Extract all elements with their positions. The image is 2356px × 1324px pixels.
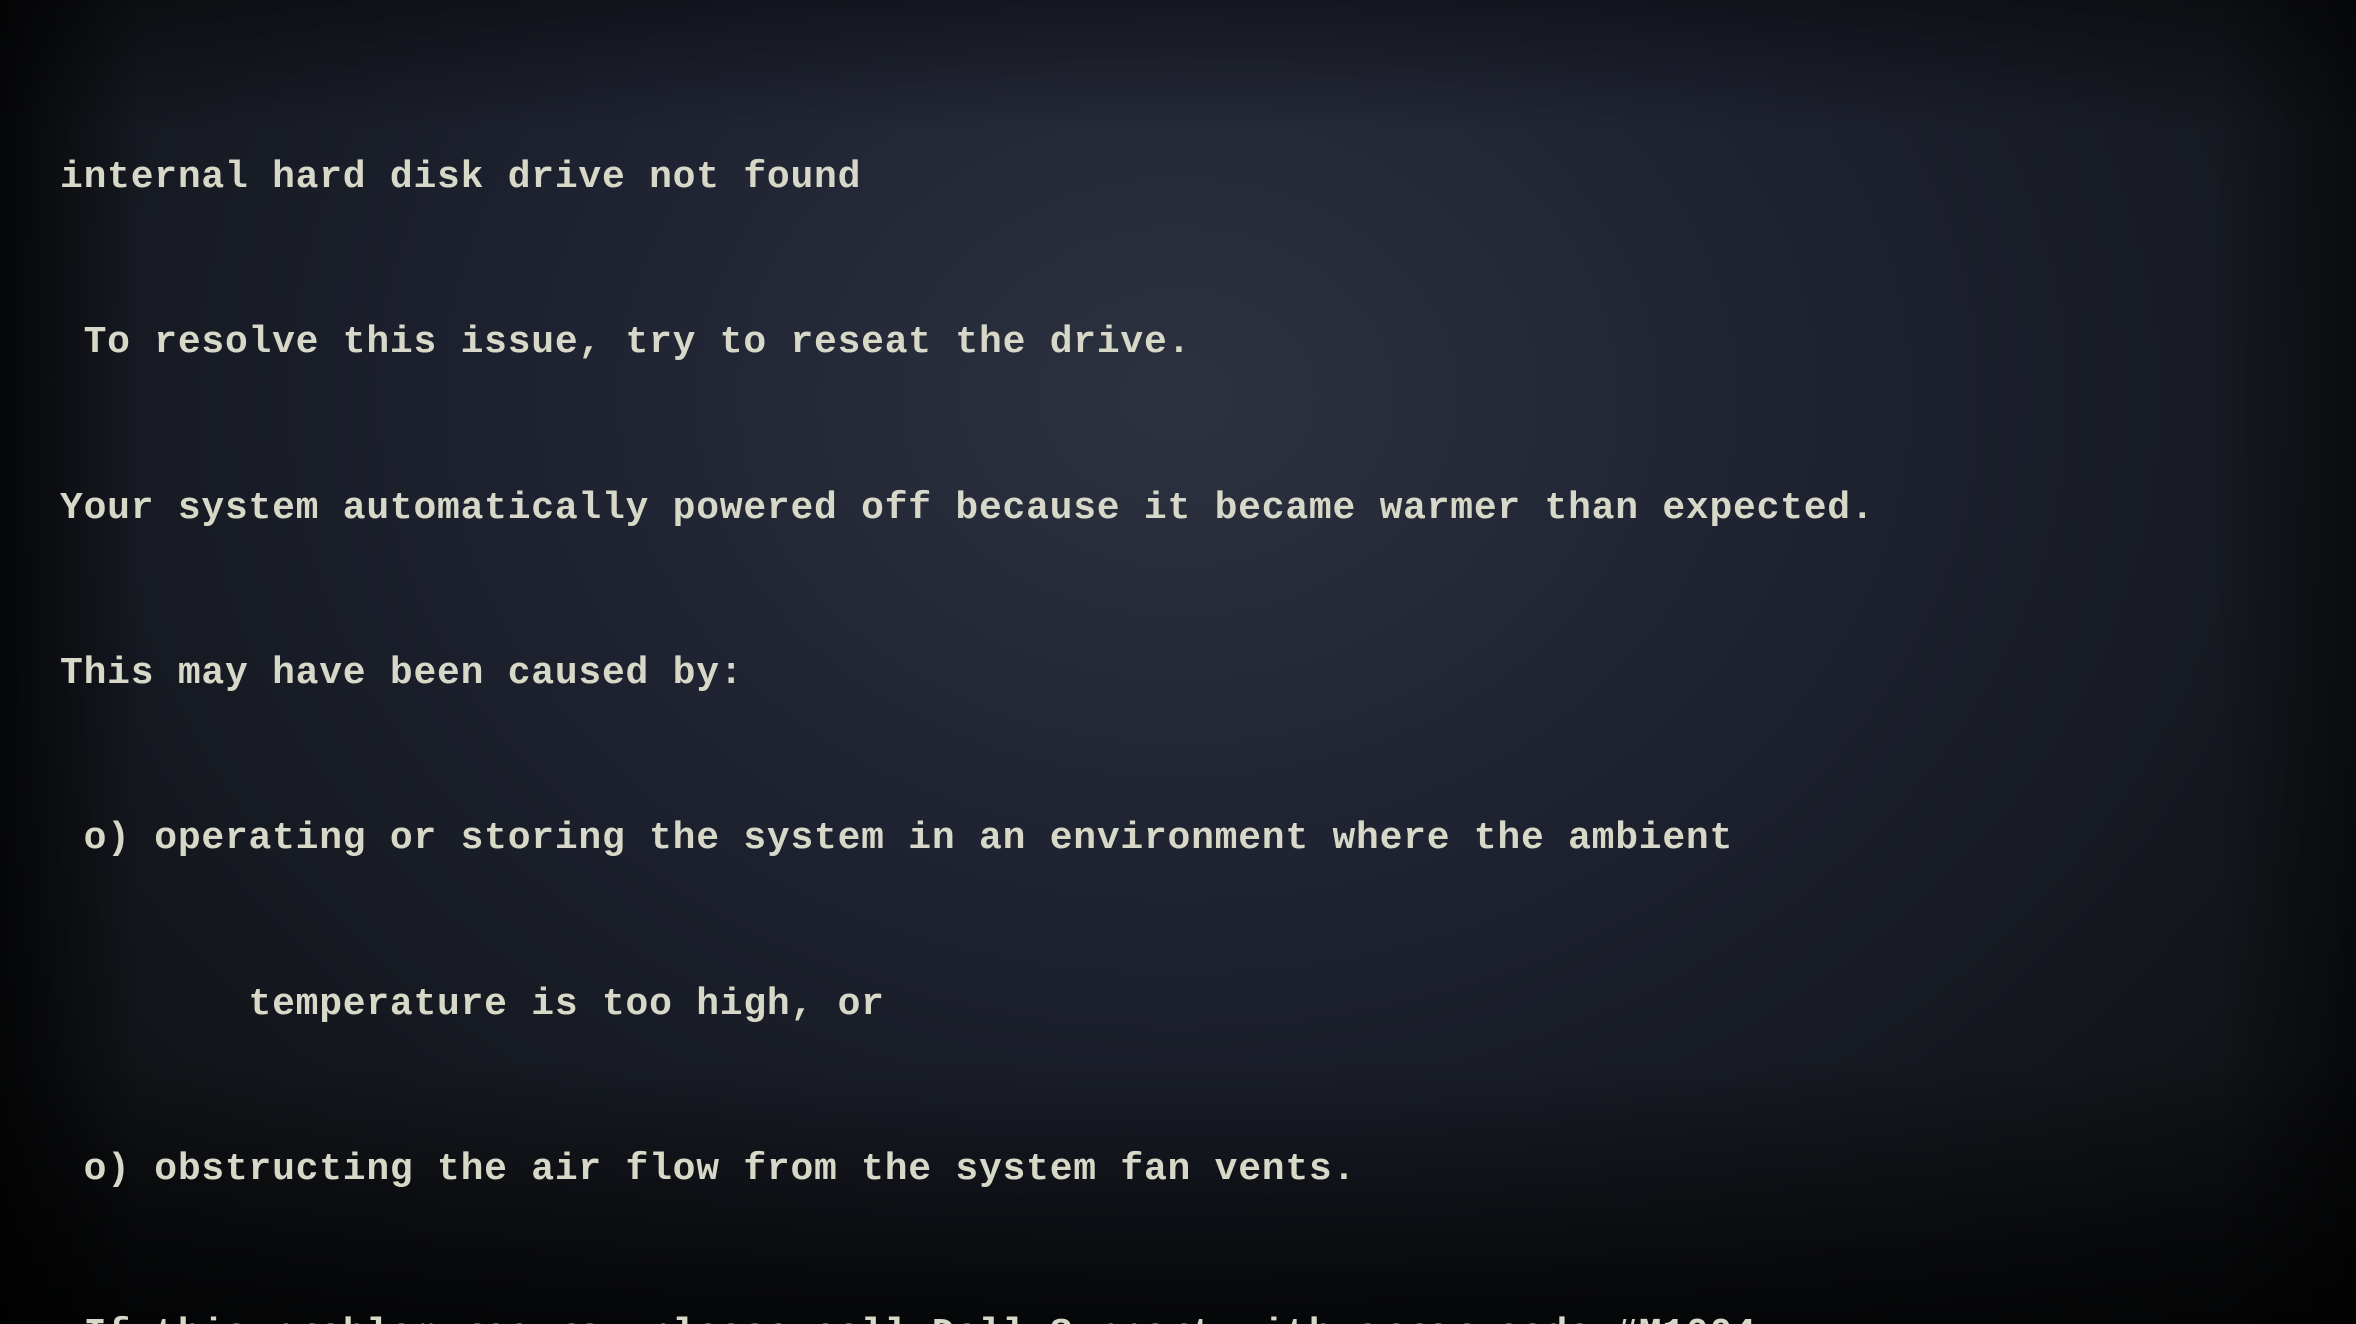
error-line-8: If this problem recurs, please call Dell… bbox=[60, 1307, 1874, 1324]
error-line-5: o) operating or storing the system in an… bbox=[60, 811, 1874, 866]
bios-error-screen: internal hard disk drive not found To re… bbox=[0, 0, 2356, 1324]
error-line-6: temperature is too high, or bbox=[60, 977, 1874, 1032]
error-line-3: Your system automatically powered off be… bbox=[60, 481, 1874, 536]
error-line-2: To resolve this issue, try to reseat the… bbox=[60, 315, 1874, 370]
error-line-1: internal hard disk drive not found bbox=[60, 150, 1874, 205]
error-line-4: This may have been caused by: bbox=[60, 646, 1874, 701]
error-message-content: internal hard disk drive not found To re… bbox=[60, 40, 1874, 1324]
error-line-7: o) obstructing the air flow from the sys… bbox=[60, 1142, 1874, 1197]
